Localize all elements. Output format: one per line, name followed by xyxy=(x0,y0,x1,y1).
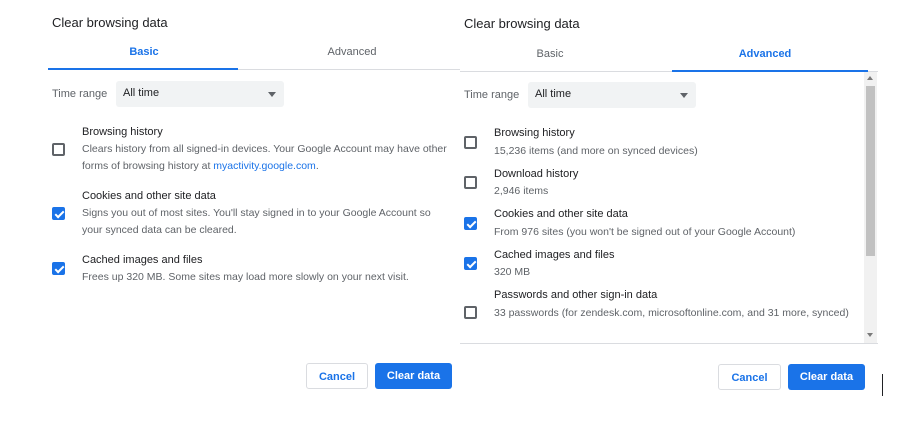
dialog-title: Clear browsing data xyxy=(464,16,580,31)
cancel-button[interactable]: Cancel xyxy=(718,364,781,390)
active-tab-indicator xyxy=(48,68,238,70)
cached-images-checkbox[interactable] xyxy=(52,262,65,275)
dialog-title: Clear browsing data xyxy=(52,15,168,30)
tab-advanced[interactable]: Advanced xyxy=(258,46,446,58)
download-history-checkbox[interactable] xyxy=(464,176,477,189)
chevron-down-icon xyxy=(680,93,688,98)
tab-basic[interactable]: Basic xyxy=(50,46,238,58)
time-range-value: All time xyxy=(535,88,572,100)
browsing-history-title: Browsing history xyxy=(82,126,163,138)
browsing-history-checkbox[interactable] xyxy=(52,143,65,156)
scroll-thumb[interactable] xyxy=(866,86,875,256)
time-range-label: Time range xyxy=(464,89,520,101)
clear-data-button[interactable]: Clear data xyxy=(788,364,865,390)
clear-browsing-data-dialog-basic: Clear browsing data Basic Advanced Time … xyxy=(0,0,460,440)
scroll-down-icon[interactable] xyxy=(867,333,873,337)
cookies-checkbox[interactable] xyxy=(464,217,477,230)
passwords-checkbox[interactable] xyxy=(464,306,477,319)
time-range-label: Time range xyxy=(52,88,108,100)
cookies-title: Cookies and other site data xyxy=(494,208,628,220)
chevron-down-icon xyxy=(268,92,276,97)
cached-images-description: Frees up 320 MB. Some sites may load mor… xyxy=(82,271,409,283)
time-range-select[interactable]: All time xyxy=(528,82,696,108)
cached-images-description: 320 MB xyxy=(494,266,531,278)
scroll-up-icon[interactable] xyxy=(867,76,873,80)
list-bottom-divider xyxy=(460,343,878,344)
clear-browsing-data-dialog-advanced: Clear browsing data Basic Advanced Time … xyxy=(460,0,923,440)
cached-images-checkbox[interactable] xyxy=(464,257,477,270)
cancel-button[interactable]: Cancel xyxy=(306,363,368,389)
clear-data-button[interactable]: Clear data xyxy=(375,363,452,389)
tab-basic[interactable]: Basic xyxy=(462,48,638,60)
time-range-value: All time xyxy=(123,87,160,99)
scrollbar[interactable] xyxy=(864,72,877,343)
cached-images-title: Cached images and files xyxy=(494,249,615,261)
myactivity-link[interactable]: myactivity.google.com xyxy=(213,160,316,172)
time-range-select[interactable]: All time xyxy=(116,81,284,107)
cookies-checkbox[interactable] xyxy=(52,207,65,220)
download-history-description: 2,946 items xyxy=(494,185,549,197)
passwords-description: 33 passwords (for zendesk.com, microsoft… xyxy=(494,307,849,319)
tab-advanced[interactable]: Advanced xyxy=(670,48,860,60)
browsing-history-description: Clears history from all signed-in device… xyxy=(82,141,452,175)
description-end: . xyxy=(315,160,319,172)
cookies-description: Signs you out of most sites. You'll stay… xyxy=(82,207,431,236)
passwords-title: Passwords and other sign-in data xyxy=(494,289,658,301)
browsing-history-description: 15,236 items (and more on synced devices… xyxy=(494,145,698,157)
cookies-title: Cookies and other site data xyxy=(82,190,216,202)
active-tab-indicator xyxy=(672,70,868,72)
download-history-title: Download history xyxy=(494,168,579,180)
browsing-history-title: Browsing history xyxy=(494,127,575,139)
cached-images-title: Cached images and files xyxy=(82,254,203,266)
cookies-description: From 976 sites (you won't be signed out … xyxy=(494,226,796,238)
browsing-history-checkbox[interactable] xyxy=(464,136,477,149)
text-cursor xyxy=(882,374,883,396)
